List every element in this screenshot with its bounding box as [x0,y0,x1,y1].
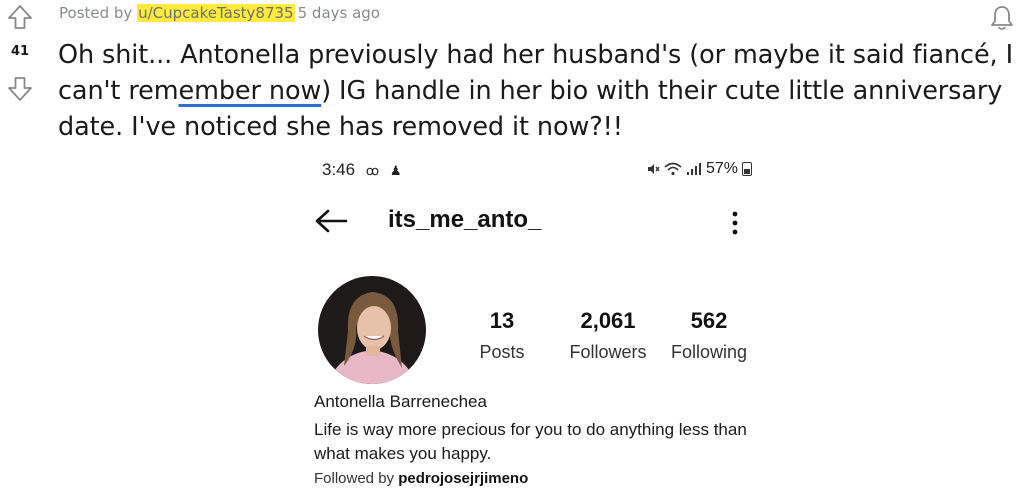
battery-icon [742,162,752,176]
avatar-portrait [318,276,426,384]
posted-by-label: Posted by [59,4,133,22]
stat-label: Followers [569,342,647,362]
stat-label: Following [670,342,748,362]
title-spellcheck-text: ember now [178,76,322,106]
bell-icon[interactable] [988,4,1016,32]
phone-status-left: 3:46 ꝏ ♟ [322,160,401,180]
followed-by: Followed by pedrojosejrjimeno [314,470,774,487]
bio-text: Life is way more precious for you to do … [314,420,747,463]
author-link[interactable]: u/CupcakeTasty8735 [137,4,295,22]
stat-following[interactable]: 562 Following [664,308,754,363]
post-age: 5 days ago [297,4,380,22]
vote-score: 41 [10,44,30,59]
profile-avatar[interactable] [318,276,426,384]
phone-status-right: 57% [646,160,752,178]
person-icon: ♟ [389,163,402,178]
arrow-down-icon[interactable] [7,76,33,102]
signal-icon [686,163,701,175]
more-options-icon[interactable] [730,210,740,236]
arrow-up-icon[interactable] [7,4,33,30]
mute-icon [647,164,660,174]
profile-handle: its_me_anto_ [388,206,542,233]
battery-percent: 57% [705,160,738,177]
back-arrow-icon[interactable] [314,208,348,234]
stat-label: Posts [479,342,525,362]
post-title[interactable]: Oh shit... Antonella previously had her … [58,37,1018,145]
followed-by-label: Followed by [314,470,395,487]
stat-number: 2,061 [580,308,636,333]
profile-bio: Antonella Barrenechea Life is way more p… [314,392,774,487]
stat-followers[interactable]: 2,061 Followers [562,308,654,363]
stat-number: 13 [489,308,515,333]
profile-name: Antonella Barrenechea [314,392,487,411]
followed-by-user[interactable]: pedrojosejrjimeno [398,470,528,487]
wifi-icon [664,162,682,176]
stat-posts[interactable]: 13 Posts [474,308,530,363]
stat-number: 562 [690,308,728,333]
status-time: 3:46 [322,160,356,179]
post-image[interactable]: 3:46 ꝏ ♟ 57% its_me_anto_ 13 Posts 2,061… [300,148,780,496]
voicemail-icon: ꝏ [365,163,380,178]
post-meta: Posted by u/CupcakeTasty8735 5 days ago [59,4,380,22]
